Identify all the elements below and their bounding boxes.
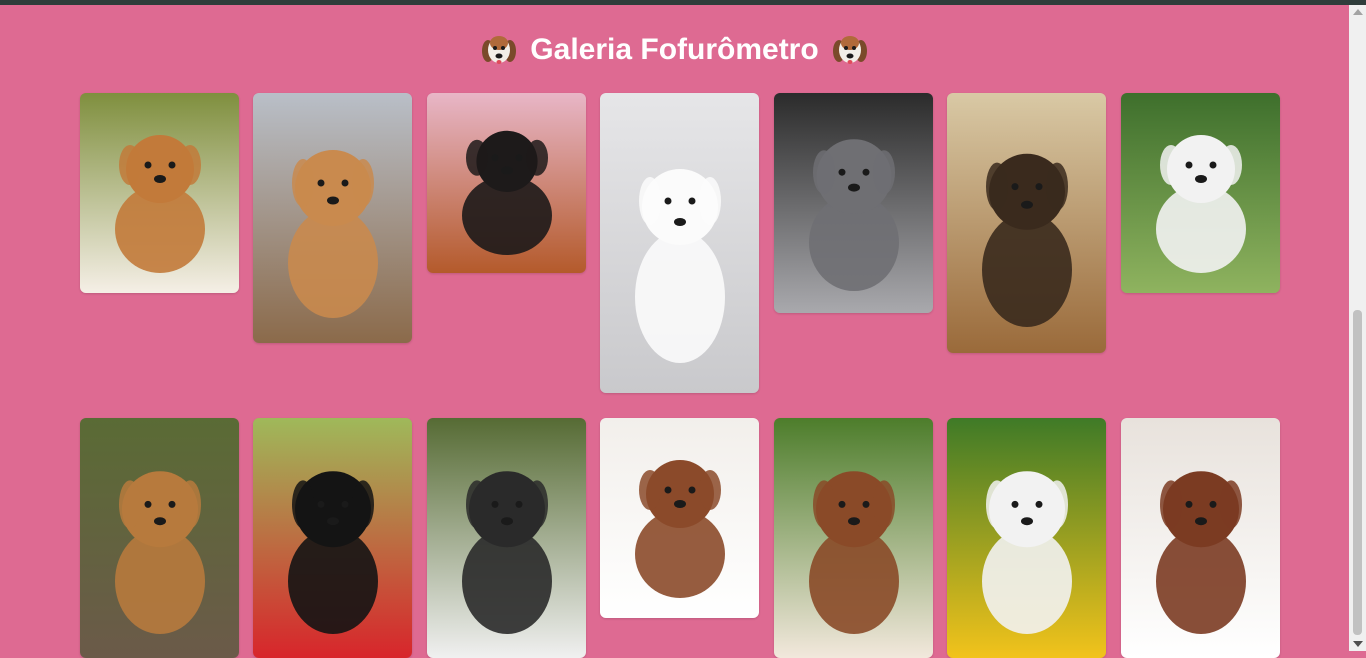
white-puppy-photo[interactable] [600, 93, 759, 393]
corgi-standing-photo-image [80, 93, 239, 293]
husky-photo[interactable] [427, 418, 586, 658]
white-puppy-photo-image [600, 93, 759, 393]
corgi-standing-photo[interactable] [80, 93, 239, 293]
scrollbar-thumb[interactable] [1353, 310, 1362, 635]
weimaraner-puppy-photo-image [774, 93, 933, 313]
page-title-text: Galeria Fofurômetro [530, 33, 819, 66]
cavalier-spaniel-photo-image [1121, 418, 1280, 658]
australian-shepherd-photo[interactable] [774, 418, 933, 658]
australian-shepherd-photo-image [774, 418, 933, 658]
gallery-page: Galeria Fofurômetro [0, 5, 1349, 658]
dachshund-puppy-photo-image [427, 93, 586, 273]
weimaraner-puppy-photo[interactable] [774, 93, 933, 313]
yorkshire-terrier-photo-image [80, 418, 239, 658]
cavalier-spaniel-photo[interactable] [1121, 418, 1280, 658]
bulldog-ball-photo[interactable] [947, 418, 1106, 658]
sleeping-puppy-photo-image [600, 418, 759, 618]
tibetan-mastiff-puppy-photo[interactable] [947, 93, 1106, 353]
yorkshire-terrier-photo[interactable] [80, 418, 239, 658]
vertical-scrollbar[interactable] [1349, 5, 1366, 651]
page-title: Galeria Fofurômetro [0, 31, 1349, 69]
sleeping-puppy-photo[interactable] [600, 418, 759, 618]
tibetan-mastiff-puppy-photo-image [947, 93, 1106, 353]
cocker-spaniel-bucket-photo-image [253, 418, 412, 658]
dogue-de-bordeaux-puppy-photo[interactable] [253, 93, 412, 343]
dog-face-icon [831, 31, 869, 69]
cocker-spaniel-bucket-photo[interactable] [253, 418, 412, 658]
dog-face-icon [480, 31, 518, 69]
bulldog-ball-photo-image [947, 418, 1106, 658]
samoyed-running-photo[interactable] [1121, 93, 1280, 293]
dogue-de-bordeaux-puppy-photo-image [253, 93, 412, 343]
samoyed-running-photo-image [1121, 93, 1280, 293]
scroll-down-arrow-icon[interactable] [1353, 641, 1363, 647]
scroll-up-arrow-icon[interactable] [1353, 9, 1363, 15]
dachshund-puppy-photo[interactable] [427, 93, 586, 273]
husky-photo-image [427, 418, 586, 658]
